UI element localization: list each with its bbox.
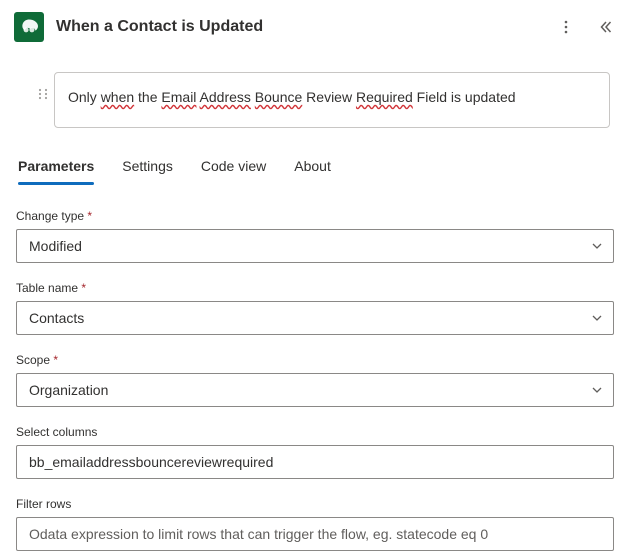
header-actions [554, 15, 618, 39]
field-change-type: Change type * Modified [16, 209, 614, 263]
change-type-select[interactable]: Modified [16, 229, 614, 263]
table-name-select[interactable]: Contacts [16, 301, 614, 335]
select-columns-label: Select columns [16, 425, 614, 439]
more-options-button[interactable] [554, 15, 578, 39]
filter-rows-label: Filter rows [16, 497, 614, 511]
table-name-value: Contacts [17, 310, 581, 326]
filter-rows-input-wrap [16, 517, 614, 551]
chevron-down-icon [581, 240, 613, 252]
step-title: When a Contact is Updated [56, 18, 263, 36]
tab-code-view[interactable]: Code view [201, 152, 266, 184]
select-columns-input[interactable] [17, 446, 613, 478]
field-scope: Scope * Organization [16, 353, 614, 407]
field-table-name: Table name * Contacts [16, 281, 614, 335]
chevron-down-icon [581, 384, 613, 396]
tab-parameters[interactable]: Parameters [18, 152, 94, 184]
tab-about[interactable]: About [294, 152, 331, 184]
parameters-panel: Change type * Modified Table name * Cont… [0, 185, 630, 551]
double-chevron-left-icon [598, 19, 614, 35]
tab-bar: Parameters Settings Code view About [0, 144, 630, 185]
chevron-down-icon [581, 312, 613, 324]
scope-select[interactable]: Organization [16, 373, 614, 407]
change-type-value: Modified [17, 238, 581, 254]
scope-value: Organization [17, 382, 581, 398]
step-header: When a Contact is Updated [0, 0, 630, 54]
comment-text[interactable]: Only when the Email Address Bounce Revie… [56, 80, 524, 116]
select-columns-input-wrap [16, 445, 614, 479]
filter-rows-input[interactable] [17, 518, 613, 550]
field-select-columns: Select columns [16, 425, 614, 479]
field-filter-rows: Filter rows [16, 497, 614, 551]
dataverse-icon [14, 12, 44, 42]
dataverse-swirl-icon [19, 17, 39, 37]
scope-label: Scope * [16, 353, 614, 367]
tab-settings[interactable]: Settings [122, 152, 173, 184]
vertical-dots-icon [558, 19, 574, 35]
change-type-label: Change type * [16, 209, 614, 223]
table-name-label: Table name * [16, 281, 614, 295]
drag-handle-icon[interactable] [36, 80, 50, 103]
comment-box: Only when the Email Address Bounce Revie… [20, 72, 610, 140]
collapse-button[interactable] [594, 15, 618, 39]
